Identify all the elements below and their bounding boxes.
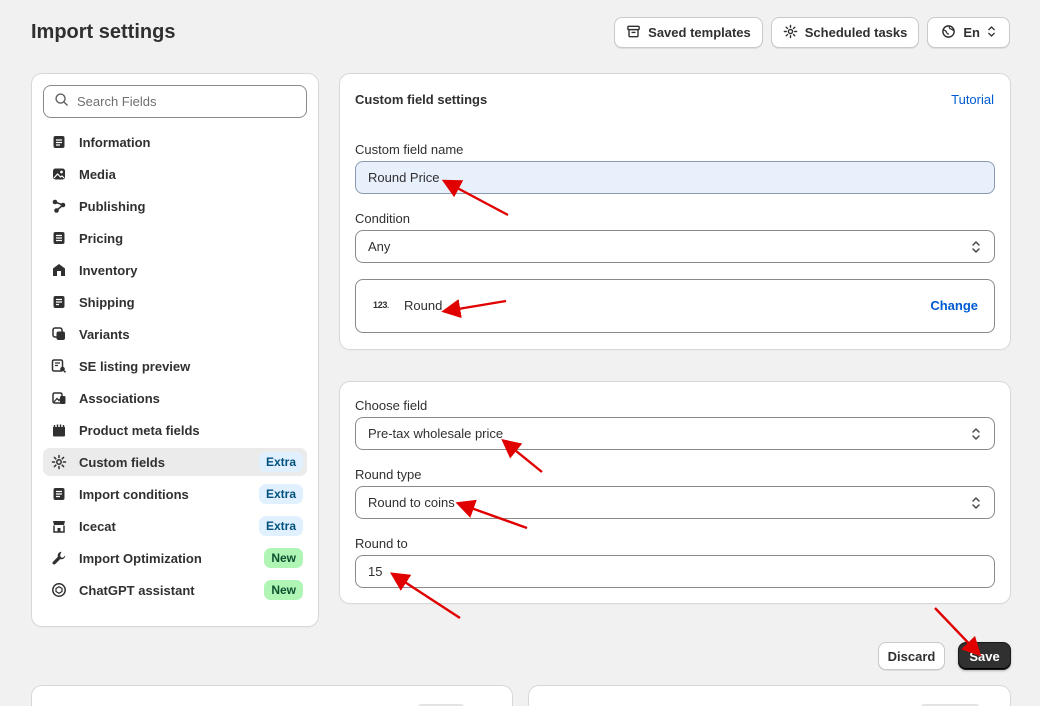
sidebar-item-se-listing-preview[interactable]: SE listing preview <box>43 352 307 380</box>
sidebar-item-publishing[interactable]: Publishing <box>43 192 307 220</box>
notes-icon <box>51 486 67 502</box>
variants-icon <box>51 326 67 342</box>
package-icon <box>51 294 67 310</box>
sidebar-item-label: Import conditions <box>79 486 189 502</box>
sidebar-item-label: Inventory <box>79 262 138 278</box>
number-icon: 123​. <box>373 300 389 310</box>
sidebar-item-product-meta-fields[interactable]: Product meta fields <box>43 416 307 444</box>
store-icon <box>51 518 67 534</box>
associations-icon <box>51 390 67 406</box>
sidebar-item-label: Publishing <box>79 198 146 214</box>
search-preview-icon <box>51 358 67 374</box>
round-type-value: Round to coins <box>368 495 455 510</box>
sidebar-item-label: Product meta fields <box>79 422 200 438</box>
publish-icon <box>51 198 67 214</box>
chevron-updown-icon <box>972 241 980 253</box>
extra-badge: Extra <box>258 484 303 504</box>
warehouse-icon <box>51 262 67 278</box>
sidebar-item-label: SE listing preview <box>79 358 191 374</box>
new-badge: New <box>264 580 303 600</box>
scheduled-tasks-label: Scheduled tasks <box>804 25 908 40</box>
extra-badge: Extra <box>258 516 303 536</box>
change-function-link[interactable]: Change <box>930 298 978 313</box>
gear-icon <box>783 24 798 42</box>
sidebar-item-shipping[interactable]: Shipping <box>43 288 307 316</box>
condition-select[interactable]: Any <box>355 230 995 263</box>
choose-field-select[interactable]: Pre-tax wholesale price <box>355 417 995 450</box>
sidebar-item-label: Pricing <box>79 230 124 246</box>
language-selector[interactable]: En <box>927 17 1010 48</box>
bottom-card-right <box>529 686 1010 706</box>
top-actions: Saved templates Scheduled tasks En <box>614 17 1010 48</box>
fields-sidebar: Information Media Publishing Pricing Inv… <box>32 74 318 626</box>
card-title: Custom field settings <box>355 92 488 107</box>
sidebar-item-pricing[interactable]: Pricing <box>43 224 307 252</box>
gear-icon <box>51 454 67 470</box>
sidebar-item-label: Shipping <box>79 294 135 310</box>
new-badge: New <box>264 548 303 568</box>
sidebar-item-media[interactable]: Media <box>43 160 307 188</box>
sidebar-item-variants[interactable]: Variants <box>43 320 307 348</box>
sidebar-item-label: Variants <box>79 326 130 342</box>
sidebar-item-label: Information <box>79 134 151 150</box>
sidebar-nav: Information Media Publishing Pricing Inv… <box>43 128 307 608</box>
price-list-icon <box>51 230 67 246</box>
sidebar-item-inventory[interactable]: Inventory <box>43 256 307 284</box>
function-name: Round <box>404 298 443 313</box>
search-box[interactable] <box>43 85 307 118</box>
choose-field-value: Pre-tax wholesale price <box>368 426 504 441</box>
sidebar-item-label: Associations <box>79 390 160 406</box>
sidebar-item-icecat[interactable]: Icecat Extra <box>43 512 307 540</box>
search-input[interactable] <box>77 94 297 109</box>
sidebar-item-import-optimization[interactable]: Import Optimization New <box>43 544 307 572</box>
saved-templates-label: Saved templates <box>648 25 751 40</box>
saved-templates-button[interactable]: Saved templates <box>614 17 763 48</box>
round-type-select[interactable]: Round to coins <box>355 486 995 519</box>
extra-badge: Extra <box>258 452 303 472</box>
page-title: Import settings <box>31 21 176 43</box>
custom-field-name-input[interactable]: Round Price <box>355 161 995 194</box>
sidebar-item-label: Custom fields <box>79 454 165 470</box>
round-settings-card: Choose field Pre-tax wholesale price Rou… <box>340 382 1010 603</box>
condition-label: Condition <box>355 211 410 226</box>
tutorial-link[interactable]: Tutorial <box>951 92 994 107</box>
archive-icon <box>626 24 641 42</box>
condition-value: Any <box>368 239 391 254</box>
sidebar-item-information[interactable]: Information <box>43 128 307 156</box>
sidebar-item-label: Import Optimization <box>79 550 202 566</box>
choose-field-label: Choose field <box>355 398 428 413</box>
wrench-icon <box>51 550 67 566</box>
sidebar-item-label: ChatGPT assistant <box>79 582 195 598</box>
search-icon <box>54 92 69 112</box>
chatgpt-icon <box>51 582 67 598</box>
custom-field-settings-card: Custom field settings Tutorial Custom fi… <box>340 74 1010 349</box>
round-to-input[interactable]: 15 <box>355 555 995 588</box>
custom-field-name-label: Custom field name <box>355 142 464 157</box>
custom-field-name-value: Round Price <box>368 170 440 185</box>
image-icon <box>51 166 67 182</box>
language-label: En <box>963 25 980 40</box>
round-to-value: 15 <box>368 564 383 579</box>
globe-icon <box>941 24 956 42</box>
discard-button[interactable]: Discard <box>878 642 945 670</box>
chevron-updown-icon <box>987 25 996 41</box>
sidebar-item-label: Icecat <box>79 518 116 534</box>
sidebar-item-label: Media <box>79 166 116 182</box>
metafields-icon <box>51 422 67 438</box>
sidebar-item-import-conditions[interactable]: Import conditions Extra <box>43 480 307 508</box>
bottom-card-left <box>32 686 512 706</box>
chevron-updown-icon <box>972 497 980 509</box>
sidebar-item-chatgpt-assistant[interactable]: ChatGPT assistant New <box>43 576 307 604</box>
round-type-label: Round type <box>355 467 422 482</box>
document-icon <box>51 134 67 150</box>
chevron-updown-icon <box>972 428 980 440</box>
sidebar-item-associations[interactable]: Associations <box>43 384 307 412</box>
scheduled-tasks-button[interactable]: Scheduled tasks <box>770 17 920 48</box>
function-box: 123​. Round Change <box>355 279 995 333</box>
sidebar-item-custom-fields[interactable]: Custom fields Extra <box>43 448 307 476</box>
save-button[interactable]: Save <box>958 642 1011 670</box>
round-to-label: Round to <box>355 536 408 551</box>
